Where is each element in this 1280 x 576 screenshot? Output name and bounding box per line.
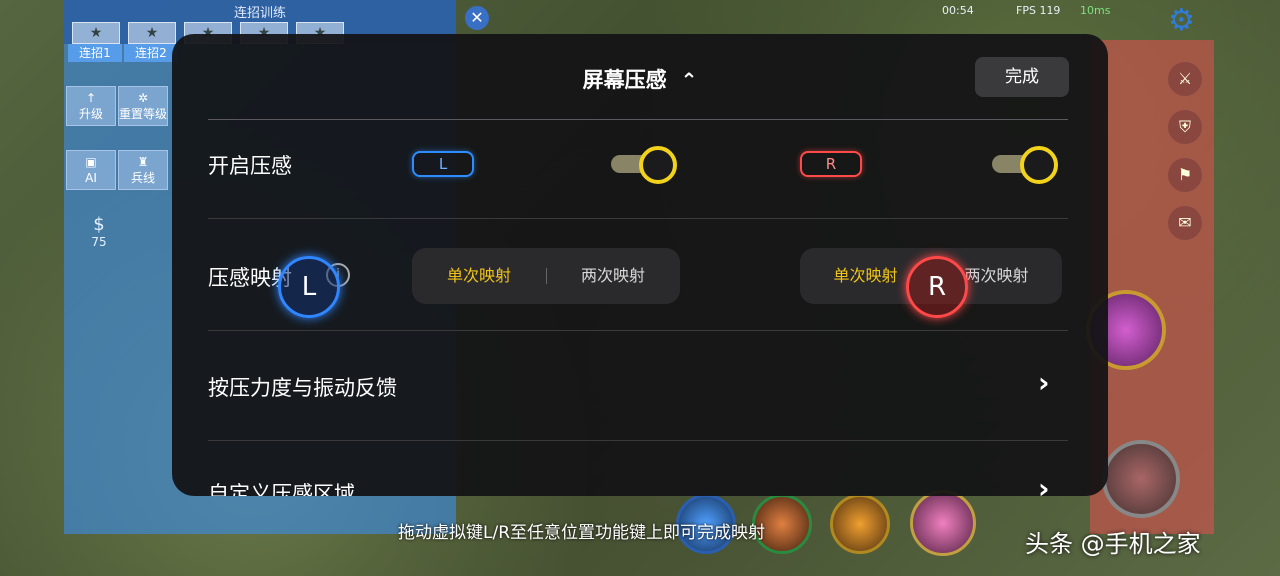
button-label: AI	[85, 171, 97, 185]
custom-area-label[interactable]: 自定义压感区域	[208, 478, 355, 496]
chat-icon[interactable]: ✉	[1168, 206, 1202, 240]
chevron-right-icon[interactable]: ›	[1038, 366, 1050, 399]
dialog-title: 屏幕压感	[582, 68, 667, 92]
close-icon[interactable]: ✕	[465, 6, 489, 30]
gold-counter: $ 75	[82, 214, 116, 262]
divider	[208, 330, 1068, 331]
right-key-badge: R	[800, 151, 862, 177]
shield-icon[interactable]: ⛨	[1168, 110, 1202, 144]
attack-icon[interactable]	[1102, 440, 1180, 518]
toggle-knob	[1020, 146, 1058, 184]
arrow-up-icon: ↑	[85, 91, 97, 105]
chevron-up-icon[interactable]: ⌃	[681, 68, 698, 92]
skill-4-icon[interactable]	[910, 490, 976, 556]
settings-gear-icon[interactable]: ⚙	[1168, 6, 1195, 36]
star-slot[interactable]: ★	[128, 22, 176, 44]
minion-button[interactable]: ♜ 兵线	[118, 150, 168, 190]
divider	[208, 440, 1068, 441]
divider	[208, 119, 1068, 120]
toggle-knob	[639, 146, 677, 184]
soldier-icon: ♜	[137, 155, 149, 169]
screen-icon: ▣	[85, 155, 97, 169]
star-slot[interactable]: ★	[72, 22, 120, 44]
sword-icon[interactable]: ⚔	[1168, 62, 1202, 96]
reset-level-button[interactable]: ✲ 重置等级	[118, 86, 168, 126]
training-title: 连招训练	[233, 6, 286, 21]
gold-value: 75	[91, 235, 107, 249]
divider	[208, 218, 1068, 219]
ai-button[interactable]: ▣ AI	[66, 150, 116, 190]
dialog-title-bar[interactable]: 屏幕压感 ⌃	[172, 64, 1108, 94]
tab-combo-1[interactable]: 连招1	[68, 44, 122, 62]
mapping-hint-text: 拖动虚拟键L/R至任意位置功能键上即可完成映射	[398, 523, 766, 543]
ping-readout: 10ms	[1080, 4, 1111, 17]
enable-pressure-label: 开启压感	[208, 154, 292, 178]
flag-icon[interactable]: ⚑	[1168, 158, 1202, 192]
level-up-button[interactable]: ↑ 升级	[66, 86, 116, 126]
money-bag-icon: $	[93, 214, 105, 235]
left-mapping-segmented: 单次映射 两次映射	[412, 248, 680, 304]
left-single-map-option[interactable]: 单次映射	[412, 248, 546, 304]
chevron-right-icon[interactable]: ›	[1038, 472, 1050, 496]
pressure-sensing-dialog: 屏幕压感 ⌃ 完成 开启压感 L R 压感映射 i 单次映射 两次映射 单次映射 …	[172, 34, 1108, 496]
done-button[interactable]: 完成	[975, 57, 1069, 97]
game-clock: 00:54	[942, 4, 974, 17]
button-label: 兵线	[130, 171, 155, 185]
fps-readout: FPS 119	[1016, 4, 1061, 17]
feedback-label[interactable]: 按压力度与振动反馈	[208, 372, 397, 402]
virtual-key-l-handle[interactable]: L	[278, 256, 340, 318]
right-pressure-toggle[interactable]	[992, 146, 1058, 184]
skill-3-icon[interactable]	[830, 494, 890, 554]
left-key-badge: L	[412, 151, 474, 177]
virtual-key-r-handle[interactable]: R	[906, 256, 968, 318]
gear-icon: ✲	[137, 91, 149, 105]
left-pressure-toggle[interactable]	[611, 146, 677, 184]
button-label: 升级	[78, 107, 103, 121]
left-double-map-option[interactable]: 两次映射	[546, 248, 680, 304]
button-label: 重置等级	[119, 107, 168, 121]
watermark: 头条 @手机之家	[1025, 530, 1201, 558]
tab-combo-2[interactable]: 连招2	[124, 44, 178, 62]
